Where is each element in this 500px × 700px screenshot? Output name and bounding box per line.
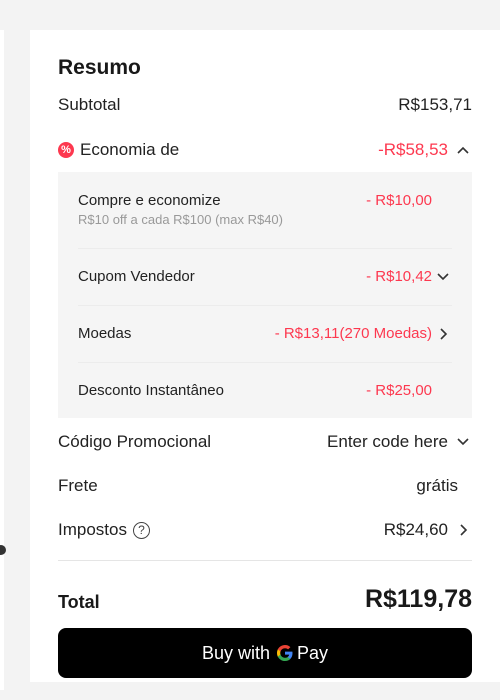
taxes-label: Impostos: [58, 520, 127, 539]
shipping-label: Frete: [58, 476, 98, 495]
subtotal-value: R$153,71: [398, 95, 472, 114]
discount-item-label: Cupom Vendedor: [78, 268, 195, 285]
savings-value: -R$58,53: [378, 140, 448, 159]
divider: [78, 248, 452, 249]
chevron-right-icon[interactable]: [454, 521, 472, 539]
discount-item-value: - R$10,42: [366, 268, 432, 285]
discount-item-label: Compre e economize: [78, 192, 221, 209]
promo-code-label: Código Promocional: [58, 432, 212, 451]
divider: [78, 362, 452, 363]
discount-item-value: - R$25,00: [366, 382, 432, 399]
savings-breakdown: Compre e economize - R$10,00 R$10 off a …: [58, 172, 472, 418]
google-pay-button[interactable]: Buy with Pay: [58, 628, 472, 678]
total-value: R$119,78: [364, 585, 472, 613]
subtotal-label: Subtotal: [58, 95, 121, 114]
promo-code-row[interactable]: Código Promocional Enter code here: [58, 429, 472, 455]
help-icon[interactable]: ?: [132, 521, 150, 539]
promo-code-input[interactable]: Enter code here: [327, 432, 448, 452]
pay-button-suffix: Pay: [297, 642, 329, 663]
discount-item-value: - R$13,11(270 Moedas): [274, 325, 432, 342]
discount-item-seller-coupon[interactable]: Cupom Vendedor - R$10,42: [78, 268, 452, 288]
shipping-row: Frete grátis: [58, 473, 472, 499]
left-panel-edge: [0, 30, 4, 690]
taxes-value: R$24,60: [383, 520, 448, 539]
chevron-right-icon[interactable]: [434, 325, 452, 343]
shipping-value: grátis: [416, 476, 458, 495]
discount-item-instant: Desconto Instantâneo - R$25,00: [78, 382, 452, 402]
divider: [78, 305, 452, 306]
divider: [58, 560, 472, 561]
google-g-icon: [276, 644, 294, 662]
discount-item-label: Moedas: [78, 325, 132, 342]
pay-button-prefix: Buy with: [201, 642, 270, 663]
discount-item-coins[interactable]: Moedas - R$13,11(270 Moedas): [78, 325, 452, 345]
order-summary-panel: Resumo Subtotal R$153,71 % Economia de -…: [30, 30, 500, 682]
discount-item-label: Desconto Instantâneo: [78, 382, 224, 399]
chevron-down-icon[interactable]: [434, 268, 452, 286]
chevron-up-icon[interactable]: [454, 141, 472, 159]
savings-toggle-row[interactable]: % Economia de -R$58,53: [58, 137, 472, 163]
scroll-handle[interactable]: [0, 545, 6, 555]
discount-item-value: - R$10,00: [366, 192, 432, 209]
subtotal-row: Subtotal R$153,71: [58, 92, 472, 118]
taxes-row[interactable]: Impostos ? R$24,60: [58, 517, 472, 543]
summary-title: Resumo: [58, 56, 141, 79]
savings-label: Economia de: [80, 140, 180, 159]
total-label: Total: [58, 592, 100, 612]
discount-item-hint: R$10 off a cada R$100 (max R$40): [78, 212, 283, 227]
chevron-down-icon[interactable]: [454, 433, 472, 451]
discount-item-buy-save: Compre e economize - R$10,00 R$10 off a …: [78, 192, 452, 236]
discount-badge-icon: %: [58, 142, 74, 158]
